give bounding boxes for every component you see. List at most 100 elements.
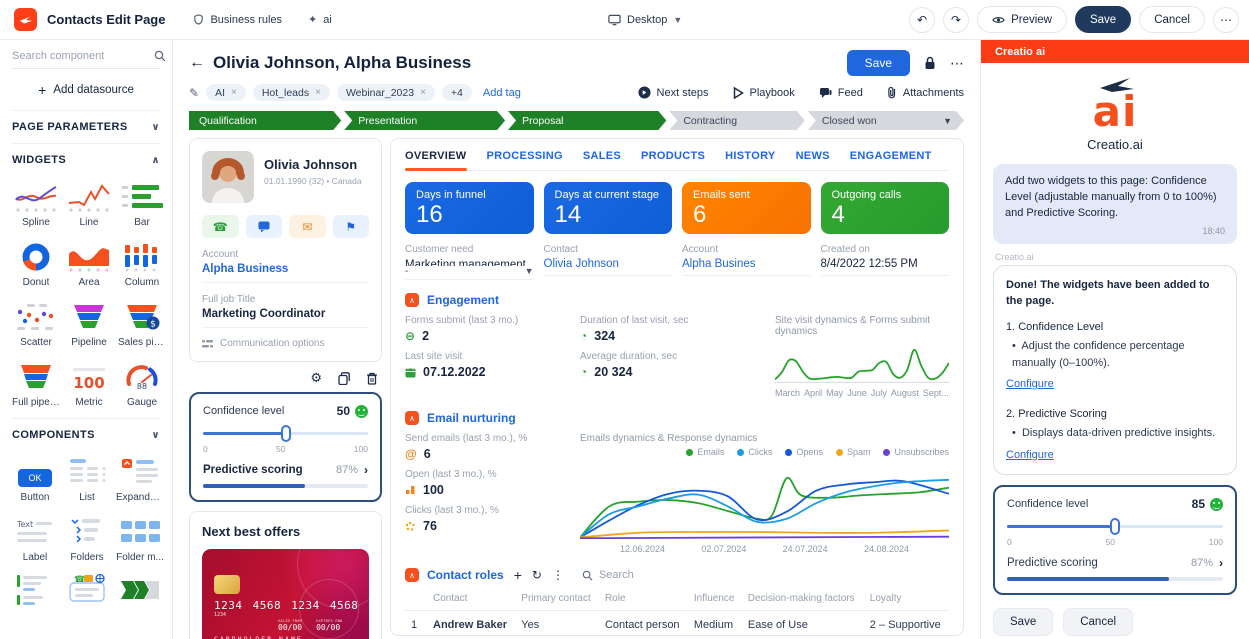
call-button[interactable]: ☎: [202, 215, 239, 238]
ai-save-button[interactable]: Save: [993, 608, 1053, 636]
widget-full-pipeline[interactable]: Full pipeli...: [12, 360, 60, 408]
close-icon[interactable]: ×: [231, 87, 237, 98]
tab-engagement[interactable]: ENGAGEMENT: [850, 139, 932, 170]
widget-sales-pipeline[interactable]: $ Sales pipe...: [118, 300, 166, 348]
collapse-icon[interactable]: ∧: [405, 293, 419, 307]
tab-history[interactable]: HISTORY: [725, 139, 775, 170]
tag-webinar[interactable]: Webinar_2023×: [337, 84, 435, 101]
confidence-slider[interactable]: [203, 424, 368, 442]
widget-donut[interactable]: Donut: [12, 240, 60, 288]
stage-qualification[interactable]: Qualification: [189, 111, 341, 130]
component-timeline[interactable]: [12, 575, 58, 607]
widget-pipeline[interactable]: Pipeline: [66, 300, 112, 348]
contact-field[interactable]: ContactOlivia Johnson: [544, 244, 673, 280]
component-button[interactable]: OK Button: [12, 455, 58, 503]
attachments-button[interactable]: Attachments: [887, 86, 964, 99]
search-input[interactable]: [12, 50, 154, 62]
stage-contracting[interactable]: Contracting: [669, 111, 805, 130]
widget-spline[interactable]: Spline: [12, 180, 60, 228]
collapse-icon[interactable]: ∧: [405, 568, 419, 582]
tag-pencil-icon[interactable]: ✎: [189, 86, 199, 100]
flag-button[interactable]: ⚑: [333, 215, 370, 238]
communication-options[interactable]: Communication options: [202, 338, 369, 349]
redo-button[interactable]: ↷: [943, 7, 969, 33]
device-selector[interactable]: Desktop ▼: [608, 14, 682, 26]
slider-handle[interactable]: [1110, 518, 1120, 535]
business-rules-tab[interactable]: Business rules: [193, 14, 282, 26]
col-loyalty[interactable]: Loyalty: [864, 589, 949, 611]
component-folder-manager[interactable]: Folder m...: [116, 515, 164, 563]
tab-news[interactable]: NEWS: [796, 139, 830, 170]
settings-gear-icon[interactable]: ⚙: [310, 370, 322, 386]
tag-hot-leads[interactable]: Hot_leads×: [253, 84, 330, 101]
tags-more-badge[interactable]: +4: [442, 84, 472, 101]
account-field[interactable]: AccountAlpha Busines: [682, 244, 811, 280]
col-influence[interactable]: Influence: [688, 589, 742, 611]
page-parameters-section[interactable]: PAGE PARAMETERS ∨: [12, 110, 160, 143]
playbook-button[interactable]: Playbook: [733, 87, 795, 99]
record-more-button[interactable]: ⋯: [950, 55, 964, 72]
stage-closed-won[interactable]: Closed won▼: [808, 111, 964, 130]
account-link[interactable]: Alpha Business: [202, 263, 369, 283]
component-stages[interactable]: [116, 575, 164, 607]
component-folders[interactable]: Folders: [64, 515, 110, 563]
confidence-widget[interactable]: Confidence level 50 050100 Predictive sc…: [189, 392, 382, 502]
add-icon[interactable]: +: [514, 567, 522, 583]
widget-gauge[interactable]: 88 Gauge: [118, 360, 166, 408]
widget-line[interactable]: Line: [66, 180, 112, 228]
email-button[interactable]: ✉: [289, 215, 326, 238]
ai-tab[interactable]: ✦ ai: [308, 13, 332, 26]
add-datasource-button[interactable]: + Add datasource: [12, 82, 160, 98]
col-role[interactable]: Role: [599, 589, 688, 611]
chevron-down-icon[interactable]: ▼: [525, 266, 534, 276]
tag-ai[interactable]: AI×: [206, 84, 246, 101]
roles-search-input[interactable]: [599, 569, 669, 581]
widget-bar[interactable]: Bar: [118, 180, 166, 228]
col-primary-contact[interactable]: Primary contact: [515, 589, 599, 611]
stage-presentation[interactable]: Presentation: [344, 111, 505, 130]
close-icon[interactable]: ×: [315, 87, 321, 98]
preview-button[interactable]: Preview: [977, 6, 1067, 33]
component-label-item[interactable]: Text Label: [12, 515, 58, 563]
ai-cancel-button[interactable]: Cancel: [1063, 608, 1133, 636]
duplicate-icon[interactable]: [338, 370, 350, 386]
configure-link[interactable]: Configure: [1006, 447, 1054, 464]
widget-area[interactable]: Area: [66, 240, 112, 288]
tab-overview[interactable]: OVERVIEW: [405, 139, 467, 170]
engagement-section-header[interactable]: ∧ Engagement: [405, 293, 949, 307]
tab-processing[interactable]: PROCESSING: [487, 139, 563, 170]
tab-products[interactable]: PRODUCTS: [641, 139, 705, 170]
collapse-icon[interactable]: ∧: [405, 411, 419, 425]
configure-link[interactable]: Configure: [1006, 376, 1054, 393]
chat-button[interactable]: [246, 215, 283, 238]
save-button[interactable]: Save: [1075, 6, 1131, 33]
table-row[interactable]: 1 Andrew Baker Yes Contact person Medium…: [405, 611, 949, 636]
component-list[interactable]: List: [64, 455, 110, 503]
components-section[interactable]: COMPONENTS ∨: [12, 418, 160, 451]
slider-handle[interactable]: [281, 425, 291, 442]
widgets-section[interactable]: WIDGETS ∧: [12, 143, 160, 176]
confidence-slider[interactable]: [1007, 517, 1223, 535]
col-contact[interactable]: Contact: [427, 589, 515, 611]
widget-column[interactable]: Column: [118, 240, 166, 288]
email-nurturing-section-header[interactable]: ∧ Email nurturing: [405, 411, 949, 425]
chevron-right-icon[interactable]: ›: [364, 463, 368, 477]
col-decision-factors[interactable]: Decision-making factors: [742, 589, 864, 611]
delete-trash-icon[interactable]: [366, 370, 378, 386]
record-save-button[interactable]: Save: [847, 50, 910, 76]
component-expanded[interactable]: Expanded...: [116, 455, 164, 503]
contact-link[interactable]: Andrew Baker: [427, 611, 515, 636]
widget-metric[interactable]: 100 Metric: [66, 360, 112, 408]
more-button[interactable]: ⋯: [1213, 7, 1239, 33]
lock-icon[interactable]: [924, 56, 936, 70]
kebab-menu-icon[interactable]: ⋮: [552, 568, 564, 582]
component-communication[interactable]: ☎: [64, 575, 110, 607]
tab-sales[interactable]: SALES: [583, 139, 621, 170]
chevron-right-icon[interactable]: ›: [1219, 556, 1223, 570]
back-icon[interactable]: ←: [189, 54, 205, 72]
customer-need-field[interactable]: Customer need Marketing management ▼ -: [405, 244, 534, 280]
search-icon[interactable]: [154, 50, 166, 62]
widget-scatter[interactable]: Scatter: [12, 300, 60, 348]
cancel-button[interactable]: Cancel: [1139, 6, 1205, 33]
contact-roles-section-header[interactable]: ∧ Contact roles + ↻ ⋮: [405, 567, 949, 583]
